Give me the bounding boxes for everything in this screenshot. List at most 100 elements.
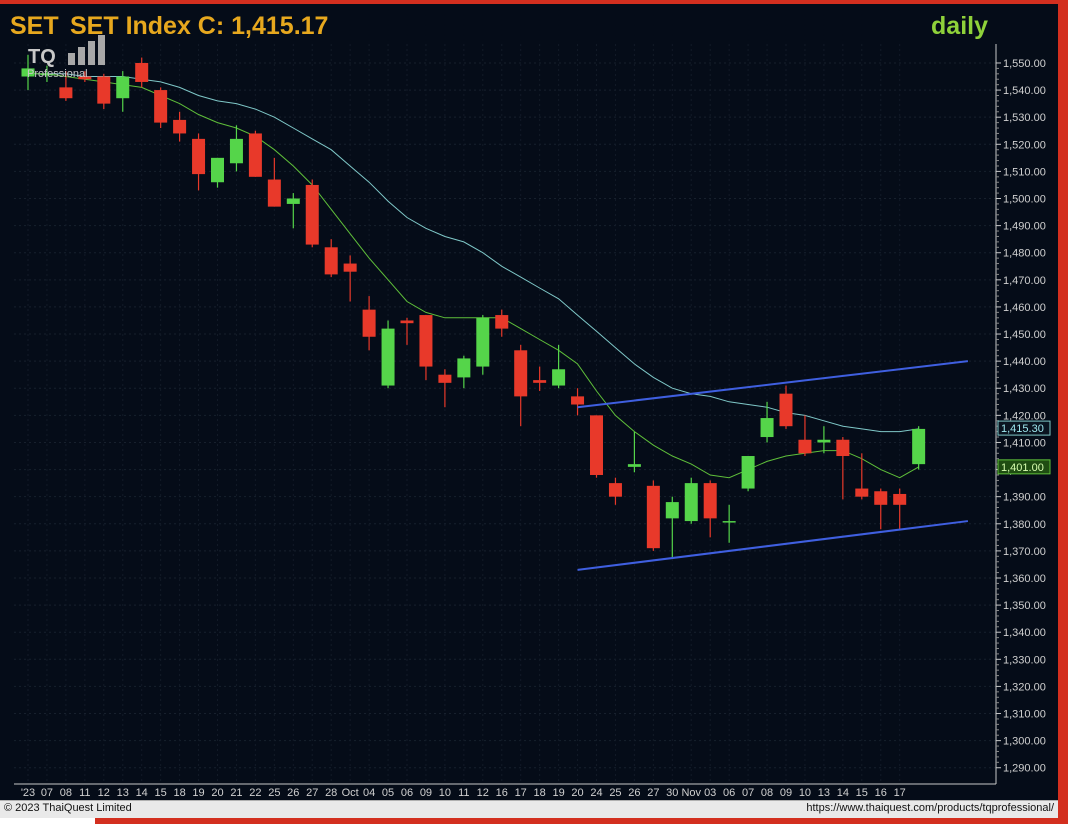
candle-body [684, 483, 698, 522]
y-tick-label: 1,460.00 [1003, 302, 1046, 314]
x-tick-label: 19 [552, 787, 564, 799]
y-tick-label: 1,530.00 [1003, 112, 1046, 124]
y-tick-label: 1,490.00 [1003, 221, 1046, 233]
x-tick-label: 09 [780, 787, 792, 799]
x-tick-label: 14 [136, 787, 148, 799]
candle-body [438, 374, 452, 383]
y-tick-label: 1,500.00 [1003, 194, 1046, 206]
candle-body [912, 428, 926, 465]
candle-body [362, 309, 376, 337]
x-tick-label: 28 [325, 787, 337, 799]
candle-body [836, 439, 850, 457]
candle-body [590, 415, 603, 475]
logo-bar-1 [68, 53, 75, 65]
x-tick-label: 16 [875, 787, 887, 799]
x-tick-label: 24 [590, 787, 602, 799]
y-tick-label: 1,540.00 [1003, 85, 1046, 97]
price-tag-label: 1,401.00 [1001, 462, 1044, 474]
candle-body [760, 418, 774, 438]
y-tick-label: 1,300.00 [1003, 736, 1046, 748]
symbol-label: SET [10, 12, 59, 40]
x-tick-label: 08 [60, 787, 72, 799]
x-tick-label: 05 [382, 787, 394, 799]
y-tick-label: 1,410.00 [1003, 437, 1046, 449]
candle-body [419, 315, 433, 367]
chart-title: SET Index C: 1,415.17 [70, 12, 328, 40]
x-tick-label: 25 [609, 787, 621, 799]
candle-body [741, 456, 755, 489]
x-axis: '23 07 08 11 12 13 14 15 18 19 20 21 22 25 26 27 28 Oct 04… [14, 783, 996, 799]
candle-body [305, 184, 319, 245]
candle-body [400, 320, 414, 324]
candle-body [874, 491, 888, 505]
candle-body [457, 358, 471, 378]
x-tick-label: 25 [268, 787, 280, 799]
candle-body [571, 396, 585, 405]
candle-body [665, 502, 679, 519]
y-axis: 1,290.00 1,300.00 1,310.00 1,320.00 1,330.00… [995, 44, 1046, 784]
candle-body [855, 488, 869, 497]
candle-body [381, 328, 395, 386]
logo-bar-2 [78, 47, 85, 65]
x-tick-label: 26 [287, 787, 299, 799]
candle-body [495, 315, 509, 329]
x-tick-label: 22 [249, 787, 261, 799]
candle-body [173, 119, 187, 134]
x-tick-label: '23 [21, 787, 35, 799]
header: SET SET Index C: 1,415.17 daily [10, 12, 988, 40]
y-tick-label: 1,320.00 [1003, 681, 1046, 693]
price-tag-label: 1,415.30 [1001, 423, 1044, 435]
candle-body [343, 263, 357, 272]
y-tick-label: 1,350.00 [1003, 600, 1046, 612]
copyright-text: © 2023 ThaiQuest Limited [4, 802, 132, 814]
x-tick-label: Nov [681, 787, 701, 799]
candle-body [798, 439, 812, 454]
x-tick-label: 15 [155, 787, 167, 799]
logo-subtext: Professional [27, 68, 88, 80]
footer-url[interactable]: https://www.thaiquest.com/products/tqpro… [806, 802, 1054, 814]
candle-body [552, 369, 566, 386]
y-tick-label: 1,470.00 [1003, 275, 1046, 287]
gridlines [14, 44, 996, 784]
x-tick-label: 30 [666, 787, 678, 799]
candle-body [476, 317, 490, 367]
x-tick-label: 18 [173, 787, 185, 799]
y-tick-label: 1,510.00 [1003, 166, 1046, 178]
x-tick-label: 19 [192, 787, 204, 799]
candle-body [514, 350, 528, 397]
logo-bar-3 [88, 41, 95, 65]
y-tick-label: 1,520.00 [1003, 139, 1046, 151]
y-tick-label: 1,380.00 [1003, 519, 1046, 531]
candlestick-chart[interactable]: 1,290.00 1,300.00 1,310.00 1,320.00 1,330.00… [0, 4, 1058, 800]
candle-body [324, 247, 338, 275]
x-tick-label: 10 [439, 787, 451, 799]
y-tick-label: 1,340.00 [1003, 627, 1046, 639]
candle-body [703, 483, 717, 519]
candle-body [59, 87, 73, 99]
candle-body [286, 198, 300, 204]
logo-text: TQ [28, 46, 56, 68]
candle-body [722, 521, 736, 523]
y-tick-label: 1,430.00 [1003, 383, 1046, 395]
chart-panel[interactable]: 1,290.00 1,300.00 1,310.00 1,320.00 1,330.00… [0, 4, 1058, 800]
x-tick-label: 04 [363, 787, 375, 799]
candle-body [817, 439, 831, 443]
y-tick-label: 1,550.00 [1003, 58, 1046, 70]
x-tick-label: 15 [856, 787, 868, 799]
x-tick-label: 17 [894, 787, 906, 799]
x-tick-label: 12 [98, 787, 110, 799]
y-tick-label: 1,370.00 [1003, 546, 1046, 558]
x-tick-label: 07 [742, 787, 754, 799]
channel-line [577, 360, 969, 409]
period-label[interactable]: daily [931, 12, 988, 40]
candle-body [116, 76, 130, 99]
x-tick-label: 07 [41, 787, 53, 799]
x-tick-label: 21 [230, 787, 242, 799]
candle-body [627, 464, 641, 467]
x-tick-label: 09 [420, 787, 432, 799]
y-tick-label: 1,290.00 [1003, 763, 1046, 775]
tq-logo: TQ Professional [27, 35, 105, 80]
x-tick-label: 18 [534, 787, 546, 799]
x-tick-label: 12 [477, 787, 489, 799]
x-tick-label: 08 [761, 787, 773, 799]
